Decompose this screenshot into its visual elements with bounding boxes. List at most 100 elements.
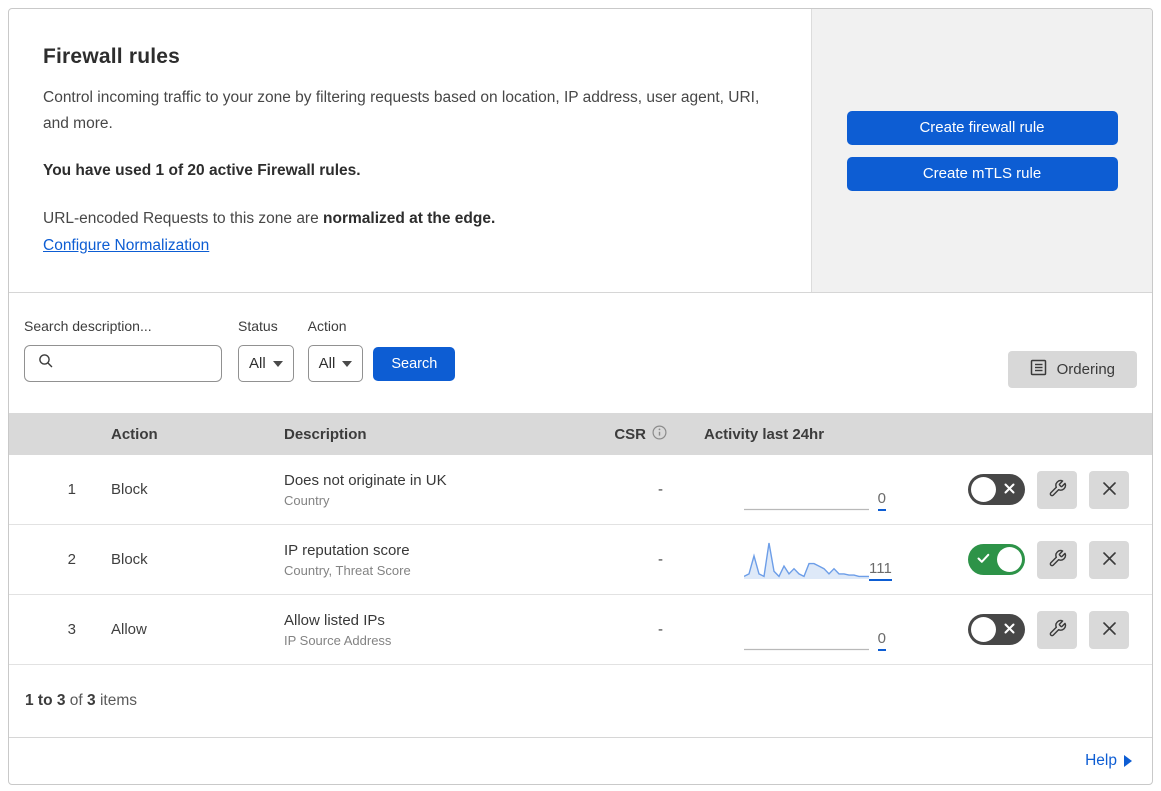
rule-description-cell: Does not originate in UK Country [263, 472, 583, 508]
normalization-bold: normalized at the edge. [323, 210, 496, 227]
close-icon [1102, 551, 1117, 569]
page-description: Control incoming traffic to your zone by… [43, 89, 760, 132]
create-firewall-rule-button[interactable]: Create firewall rule [846, 110, 1118, 145]
delete-rule-button[interactable] [1089, 610, 1129, 649]
status-label: Status [238, 318, 278, 334]
rule-match-fields: IP Source Address [284, 632, 392, 648]
search-input[interactable] [62, 348, 221, 379]
normalization-prefix: URL-encoded Requests to this zone are [43, 210, 324, 227]
toggle-knob [971, 617, 996, 642]
rule-match-fields: Country [284, 492, 330, 508]
pagination-range: 1 to 3 [25, 692, 66, 709]
toggle-knob [997, 547, 1022, 572]
rule-controls [888, 610, 1152, 649]
pagination-summary: 1 to 3 of 3 items [9, 665, 1152, 738]
rule-activity-cell: 0 [673, 595, 888, 664]
column-action: Action [111, 425, 158, 443]
status-filter-group: Status All [238, 318, 294, 382]
status-dropdown[interactable]: All [238, 345, 294, 382]
status-dropdown-value: All [249, 355, 266, 372]
rule-action: Block [111, 481, 148, 498]
rule-csr-value: - [658, 481, 663, 498]
column-csr-label: CSR [614, 425, 646, 443]
rule-action: Block [111, 551, 148, 568]
ordering-list-icon [1030, 359, 1047, 380]
usage-summary: You have used 1 of 20 active Firewall ru… [43, 162, 361, 179]
column-activity: Activity last 24hr [704, 425, 825, 443]
search-button[interactable]: Search [373, 347, 456, 381]
normalization-text: URL-encoded Requests to this zone are no… [43, 210, 781, 228]
rule-description: Allow listed IPs [284, 611, 385, 629]
rule-activity-cell: 111 [673, 525, 892, 594]
header-text-block: Firewall rules Control incoming traffic … [9, 9, 811, 292]
rule-action: Allow [111, 621, 147, 638]
close-icon [1102, 621, 1117, 639]
action-dropdown-value: All [318, 355, 336, 372]
delete-rule-button[interactable] [1089, 540, 1129, 579]
chevron-down-icon [272, 360, 283, 367]
rule-controls [888, 540, 1152, 579]
edit-rule-button[interactable] [1037, 470, 1077, 509]
activity-count-link[interactable]: 0 [877, 491, 886, 511]
activity-sparkline [744, 542, 869, 579]
rule-priority: 3 [67, 621, 76, 638]
ordering-button-label: Ordering [1056, 361, 1115, 378]
rule-description-cell: Allow listed IPs IP Source Address [263, 612, 583, 648]
filter-bar: Search description... Status All Action … [9, 293, 1152, 413]
close-icon [1102, 481, 1117, 499]
toggle-knob [971, 477, 996, 502]
rule-match-fields: Country, Threat Score [284, 562, 411, 578]
rule-controls [888, 470, 1152, 509]
action-dropdown[interactable]: All [307, 345, 364, 382]
action-label: Action [307, 318, 347, 334]
create-mtls-rule-button[interactable]: Create mTLS rule [846, 156, 1118, 191]
activity-sparkline [744, 648, 869, 651]
table-row: 1 Block Does not originate in UK Country… [9, 455, 1152, 525]
help-row: Help [9, 738, 1152, 784]
rule-csr-value: - [658, 551, 663, 568]
activity-count-link[interactable]: 0 [877, 631, 886, 651]
delete-rule-button[interactable] [1089, 470, 1129, 509]
table-row: 3 Allow Allow listed IPs IP Source Addre… [9, 595, 1152, 665]
page-title: Firewall rules [43, 45, 181, 68]
table-header-row: Action Description CSR Activity last 24h… [9, 413, 1152, 455]
status-toggle[interactable] [968, 544, 1025, 575]
x-icon [1004, 481, 1015, 499]
search-icon [38, 353, 54, 374]
x-icon [1004, 621, 1015, 639]
wrench-icon [1048, 619, 1067, 641]
search-label: Search description... [24, 318, 152, 334]
action-filter-group: Action All [307, 318, 364, 382]
help-link[interactable]: Help [1085, 752, 1132, 770]
rule-description: IP reputation score [284, 541, 410, 559]
column-description: Description [284, 425, 367, 443]
rule-description: Does not originate in UK [284, 471, 447, 489]
check-icon [977, 551, 990, 569]
table-row: 2 Block IP reputation score Country, Thr… [9, 525, 1152, 595]
rule-priority: 1 [67, 481, 76, 498]
ordering-button[interactable]: Ordering [1007, 351, 1137, 388]
edit-rule-button[interactable] [1037, 540, 1077, 579]
pagination-items: items [95, 692, 137, 709]
wrench-icon [1048, 479, 1067, 501]
configure-normalization-link[interactable]: Configure Normalization [43, 237, 209, 255]
status-toggle[interactable] [968, 474, 1025, 505]
help-link-label: Help [1085, 752, 1117, 769]
search-group: Search description... [24, 318, 222, 382]
activity-sparkline [744, 508, 869, 511]
status-toggle[interactable] [968, 614, 1025, 645]
pagination-total: 3 [87, 692, 96, 709]
rule-activity-cell: 0 [673, 455, 888, 524]
edit-rule-button[interactable] [1037, 610, 1077, 649]
rule-description-cell: IP reputation score Country, Threat Scor… [263, 542, 583, 578]
rule-priority: 2 [67, 551, 76, 568]
info-icon[interactable] [652, 424, 667, 444]
rule-csr-value: - [658, 621, 663, 638]
wrench-icon [1048, 549, 1067, 571]
triangle-right-icon [1124, 755, 1132, 767]
firewall-rules-card: Firewall rules Control incoming traffic … [8, 8, 1153, 785]
header-section: Firewall rules Control incoming traffic … [9, 9, 1152, 293]
actions-panel: Create firewall rule Create mTLS rule [811, 9, 1152, 292]
chevron-down-icon [342, 360, 353, 367]
pagination-of: of [65, 692, 88, 709]
